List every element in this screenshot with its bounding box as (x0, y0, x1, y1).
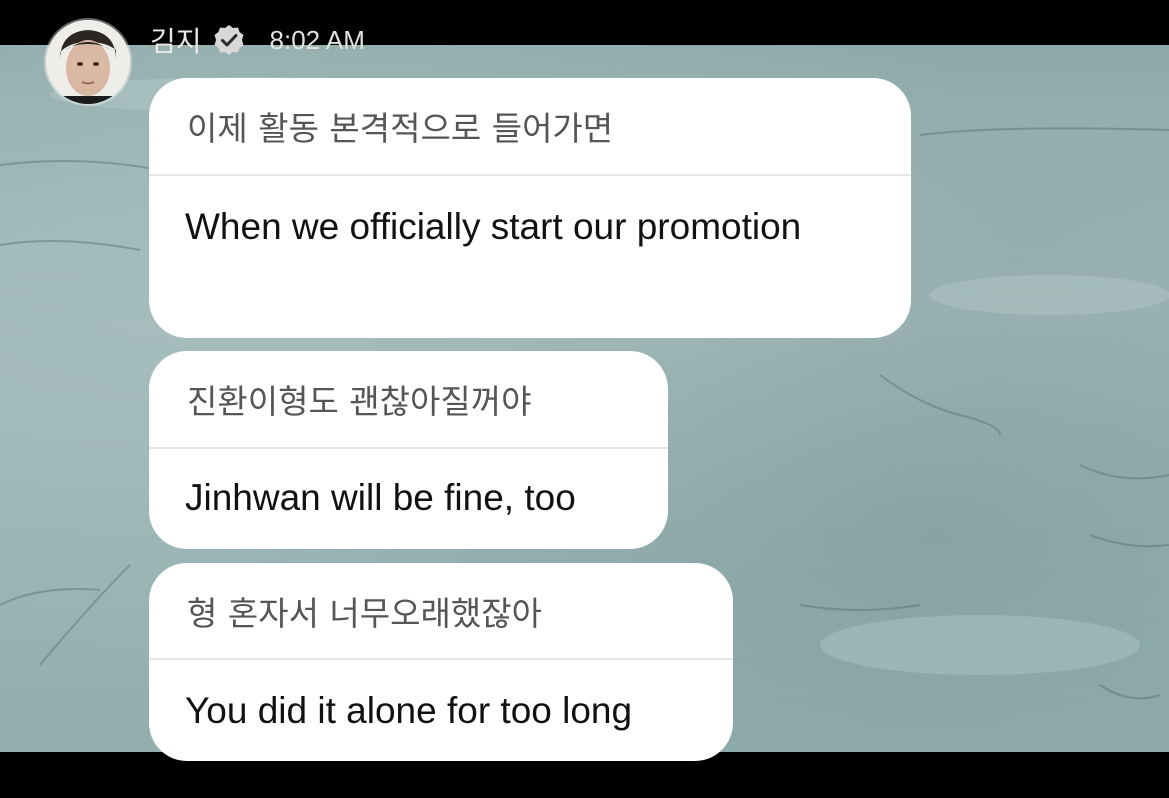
message-bubble[interactable]: 이제 활동 본격적으로 들어가면 When we officially star… (149, 78, 911, 338)
message-header: 김지 8:02 AM (150, 18, 365, 62)
profile-avatar-icon (46, 20, 130, 104)
translated-text: When we officially start our promotion (185, 206, 802, 247)
translated-text: Jinhwan will be fine, too (185, 477, 576, 518)
message-time: 8:02 AM (269, 24, 365, 55)
chat-screen: 김지 8:02 AM 이제 활동 본격적으로 들어가면 When we offi… (0, 0, 1169, 798)
message-bubble[interactable]: 진환이형도 괜찮아질꺼야 Jinhwan will be fine, too (149, 351, 668, 549)
verified-badge-icon (214, 25, 244, 55)
original-text: 이제 활동 본격적으로 들어가면 (187, 109, 614, 148)
original-text: 형 혼자서 너무오래했잖아 (187, 593, 542, 633)
sender-name[interactable]: 김지 (150, 20, 202, 60)
avatar[interactable] (46, 20, 130, 104)
message-bubble[interactable]: 형 혼자서 너무오래했잖아 You did it alone for too l… (149, 563, 733, 761)
original-text: 진환이형도 괜찮아질꺼야 (187, 382, 532, 421)
translated-text: You did it alone for too long (185, 689, 633, 731)
